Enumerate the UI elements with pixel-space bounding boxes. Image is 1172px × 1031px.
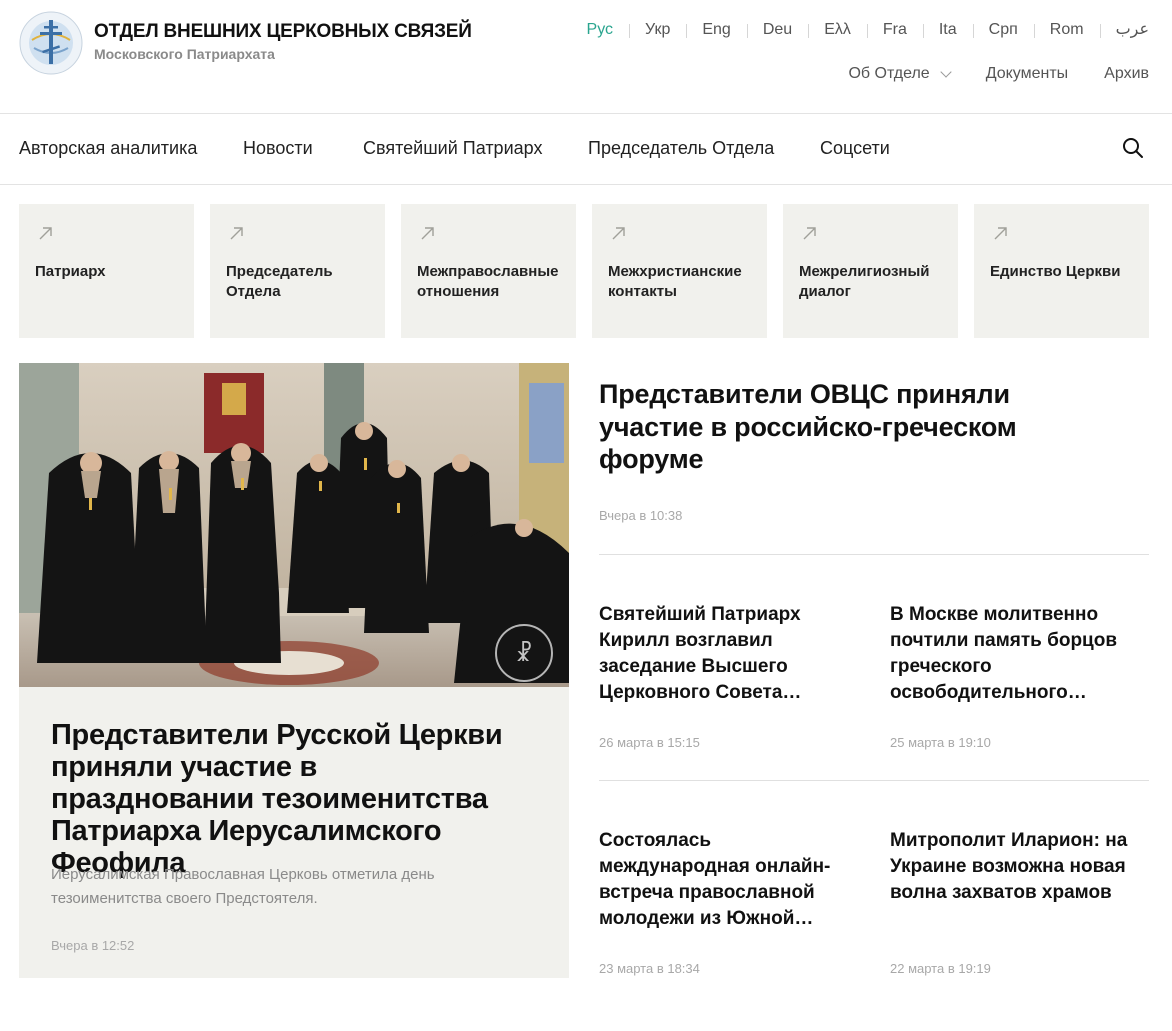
arrow-up-right-icon bbox=[421, 227, 434, 240]
lang-sr[interactable]: Срп bbox=[972, 20, 1034, 40]
arrow-up-right-icon bbox=[612, 227, 625, 240]
lang-uk[interactable]: Укр bbox=[629, 20, 686, 40]
lang-ro[interactable]: Rom bbox=[1033, 20, 1100, 40]
featured-date: Вчера в 12:52 bbox=[51, 938, 135, 953]
language-switcher: Рус Укр Eng Deu Ελλ Fra Ita Срп Rom عرب bbox=[571, 20, 1149, 40]
news-item[interactable]: В Москве молитвенно почтили память борцо… bbox=[890, 602, 1140, 706]
tile-label: Патриарх bbox=[35, 263, 106, 280]
tile-label: Межправославные отношения bbox=[417, 263, 559, 300]
main-story-date: Вчера в 10:38 bbox=[599, 508, 683, 523]
tile-label: Председатель Отдела bbox=[226, 263, 333, 300]
news-item[interactable]: Митрополит Иларион: на Украине возможна … bbox=[890, 828, 1140, 906]
lang-el[interactable]: Ελλ bbox=[808, 20, 867, 40]
top-navigation: Об Отделе Документы Архив bbox=[812, 65, 1149, 83]
news-item-title[interactable]: Святейший Патриарх Кирилл возглавил засе… bbox=[599, 602, 849, 706]
news-item-date: 26 марта в 15:15 bbox=[599, 735, 700, 750]
nav-analytics[interactable]: Авторская аналитика bbox=[19, 138, 197, 159]
arrow-up-right-icon bbox=[39, 227, 52, 240]
nav-chairman[interactable]: Председатель Отдела bbox=[588, 138, 774, 159]
tile-label: Межрелигиозный диалог bbox=[799, 263, 930, 300]
nav-news[interactable]: Новости bbox=[243, 138, 313, 159]
about-label: Об Отделе bbox=[848, 65, 930, 82]
news-item-date: 25 марта в 19:10 bbox=[890, 735, 991, 750]
site-subtitle: Московского Патриархата bbox=[94, 46, 275, 62]
nav-social[interactable]: Соцсети bbox=[820, 138, 890, 159]
main-story-title[interactable]: Представители ОВЦС приняли участие в рос… bbox=[599, 378, 1099, 476]
archive-link[interactable]: Архив bbox=[1104, 65, 1149, 83]
site-header: ОТДЕЛ ВНЕШНИХ ЦЕРКОВНЫХ СВЯЗЕЙ Московско… bbox=[0, 0, 1172, 114]
news-item-title[interactable]: Состоялась международная онлайн-встреча … bbox=[599, 828, 849, 932]
svg-text:☧: ☧ bbox=[515, 640, 532, 667]
news-item-date: 22 марта в 19:19 bbox=[890, 961, 991, 976]
divider bbox=[599, 780, 1149, 781]
news-item[interactable]: Состоялась международная онлайн-встреча … bbox=[599, 828, 849, 932]
search-icon[interactable] bbox=[1122, 137, 1144, 159]
tile-inter-christian[interactable]: Межхристианские контакты bbox=[592, 204, 767, 338]
featured-photo: ☧ bbox=[19, 363, 569, 687]
tile-church-unity[interactable]: Единство Церкви bbox=[974, 204, 1149, 338]
divider bbox=[599, 554, 1149, 555]
featured-title[interactable]: Представители Русской Церкви приняли уча… bbox=[51, 719, 521, 879]
tile-chairman[interactable]: Председатель Отдела bbox=[210, 204, 385, 338]
chevron-down-icon bbox=[940, 65, 952, 78]
tile-label: Единство Церкви bbox=[990, 263, 1121, 280]
tile-label: Межхристианские контакты bbox=[608, 263, 742, 300]
main-story[interactable]: Представители ОВЦС приняли участие в рос… bbox=[599, 378, 1099, 476]
lang-fr[interactable]: Fra bbox=[866, 20, 923, 40]
featured-lead: Иерусалимская Православная Церковь отмет… bbox=[51, 866, 435, 907]
about-dropdown[interactable]: Об Отделе bbox=[848, 65, 952, 83]
news-item-title[interactable]: Митрополит Иларион: на Украине возможна … bbox=[890, 828, 1140, 906]
tile-patriarch[interactable]: Патриарх bbox=[19, 204, 194, 338]
lang-it[interactable]: Ita bbox=[922, 20, 973, 40]
arrow-up-right-icon bbox=[994, 227, 1007, 240]
tile-interreligious[interactable]: Межрелигиозный диалог bbox=[783, 204, 958, 338]
cross-globe-logo-icon[interactable] bbox=[18, 10, 84, 76]
arrow-up-right-icon bbox=[230, 227, 243, 240]
tile-inter-orthodox[interactable]: Межправославные отношения bbox=[401, 204, 576, 338]
news-item-date: 23 марта в 18:34 bbox=[599, 961, 700, 976]
nav-patriarch[interactable]: Святейший Патриарх bbox=[363, 138, 542, 159]
documents-link[interactable]: Документы bbox=[986, 65, 1068, 83]
lang-en[interactable]: Eng bbox=[686, 20, 746, 40]
site-title[interactable]: ОТДЕЛ ВНЕШНИХ ЦЕРКОВНЫХ СВЯЗЕЙ bbox=[94, 21, 472, 43]
main-navigation: Авторская аналитика Новости Святейший Па… bbox=[0, 114, 1172, 185]
lang-ru[interactable]: Рус bbox=[571, 20, 630, 40]
news-item[interactable]: Святейший Патриарх Кирилл возглавил засе… bbox=[599, 602, 849, 706]
lang-ar[interactable]: عرب bbox=[1099, 20, 1149, 40]
arrow-up-right-icon bbox=[803, 227, 816, 240]
featured-article-card[interactable]: ☧ Представители Русской Церкви приняли у… bbox=[19, 363, 569, 978]
lang-de[interactable]: Deu bbox=[746, 20, 808, 40]
news-item-title[interactable]: В Москве молитвенно почтили память борцо… bbox=[890, 602, 1140, 706]
